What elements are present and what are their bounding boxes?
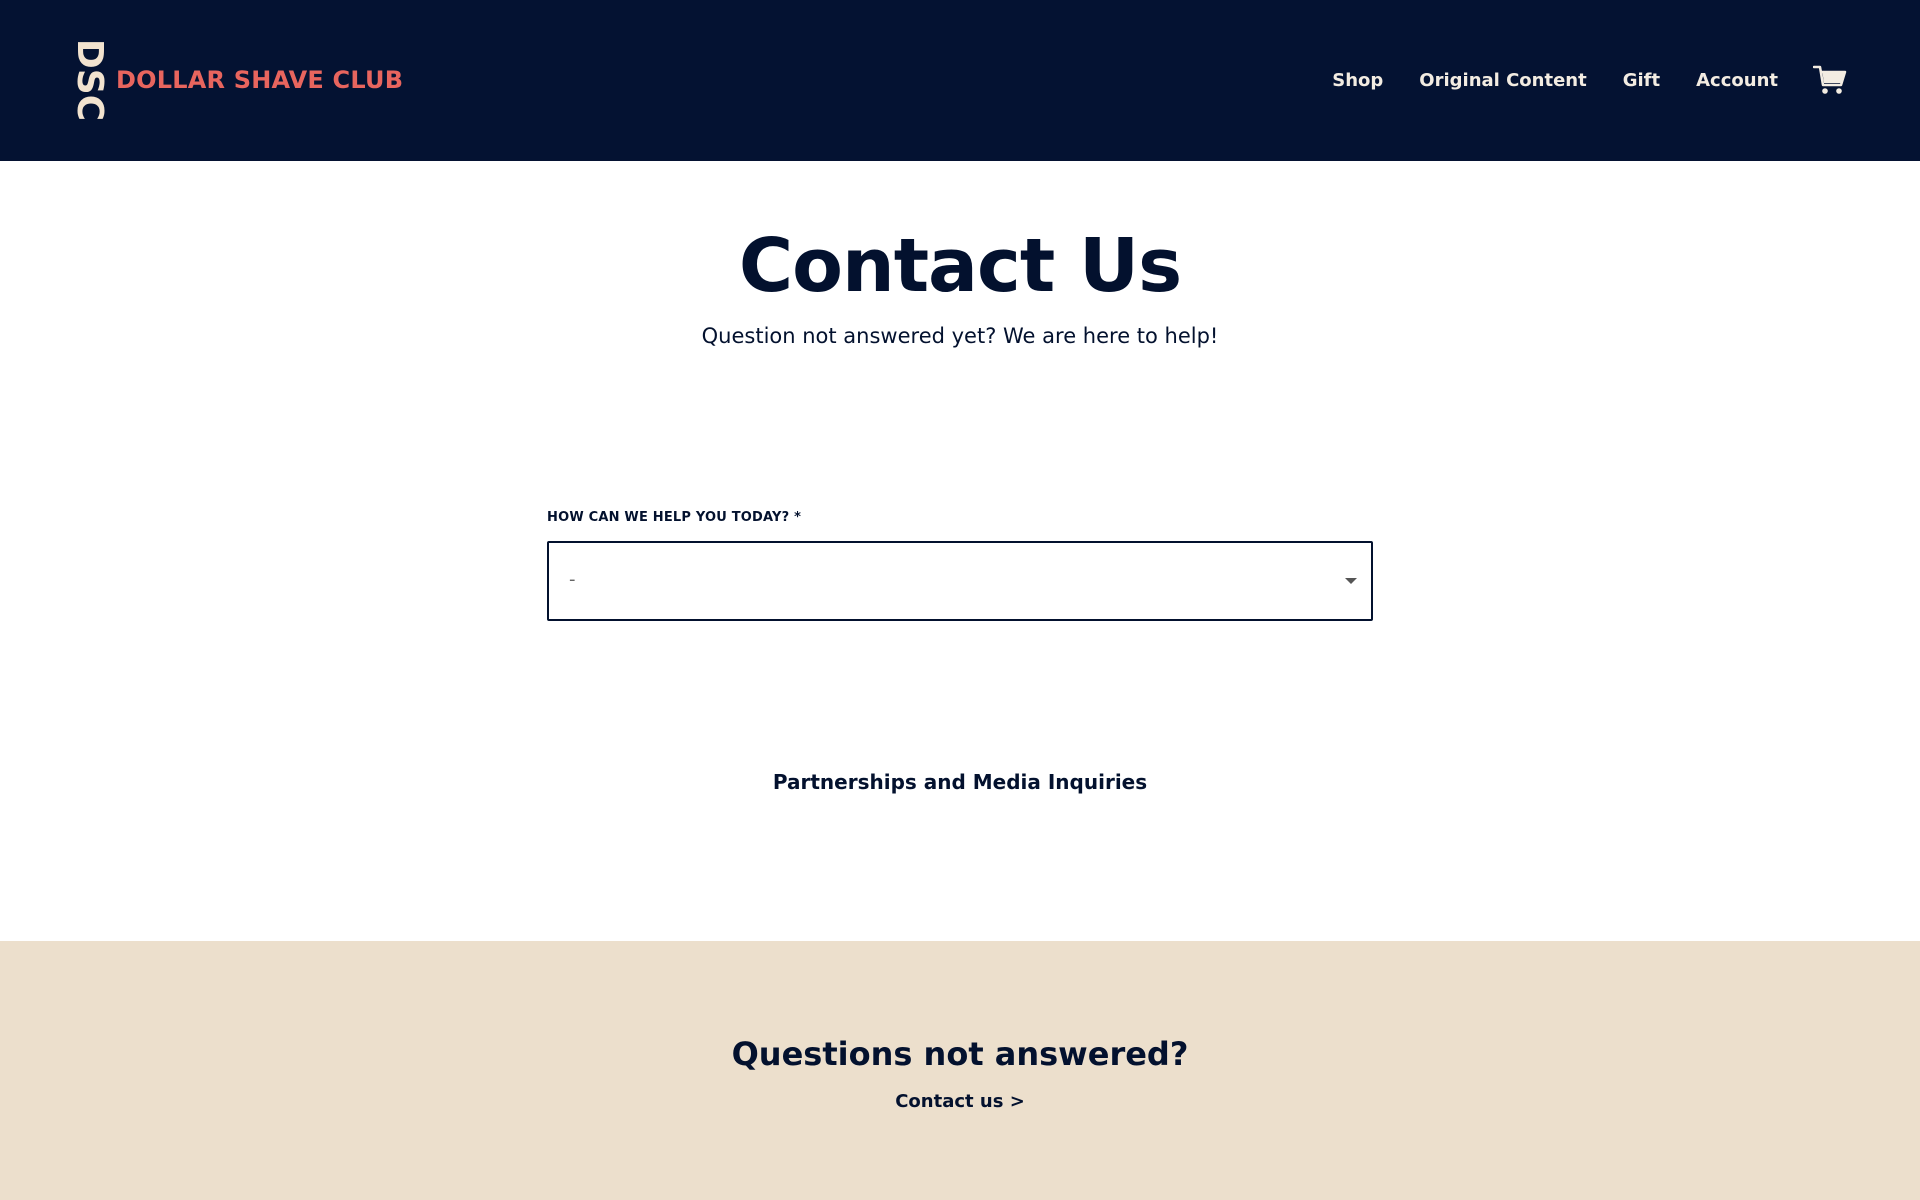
main-content: Contact Us Question not answered yet? We… xyxy=(0,161,1920,941)
partnerships-media-link[interactable]: Partnerships and Media Inquiries xyxy=(773,770,1147,794)
chevron-down-icon xyxy=(1345,578,1357,584)
questions-band: Questions not answered? Contact us > xyxy=(0,941,1920,1200)
site-header: DSC DOLLAR SHAVE CLUB Shop Original Cont… xyxy=(0,0,1920,161)
contact-us-link[interactable]: Contact us > xyxy=(895,1091,1025,1112)
logo-link[interactable]: DSC DOLLAR SHAVE CLUB xyxy=(70,39,404,121)
page-subtitle: Question not answered yet? We are here t… xyxy=(701,324,1219,348)
dsc-logo-mark: DSC xyxy=(70,39,111,121)
logo-text: DOLLAR SHAVE CLUB xyxy=(116,66,404,94)
cart-icon-graphic xyxy=(1813,65,1847,94)
questions-title: Questions not answered? xyxy=(731,1035,1189,1073)
main-nav: Shop Original Content Gift Account xyxy=(1332,55,1848,105)
page-title: Contact Us xyxy=(738,223,1182,309)
help-topic-selected-value: - xyxy=(569,569,576,590)
nav-shop[interactable]: Shop xyxy=(1332,70,1383,91)
cart-icon[interactable] xyxy=(1812,62,1848,98)
nav-original-content[interactable]: Original Content xyxy=(1419,70,1586,91)
contact-us-link-wrap: Contact us > xyxy=(0,1091,1920,1112)
partnerships-section: Partnerships and Media Inquiries xyxy=(0,770,1920,794)
dsc-logo-letters: DSC xyxy=(69,38,111,122)
nav-account[interactable]: Account xyxy=(1696,70,1778,91)
nav-gift[interactable]: Gift xyxy=(1623,70,1660,91)
help-select-label: HOW CAN WE HELP YOU TODAY? * xyxy=(547,510,802,525)
help-topic-select[interactable]: - xyxy=(547,541,1373,621)
